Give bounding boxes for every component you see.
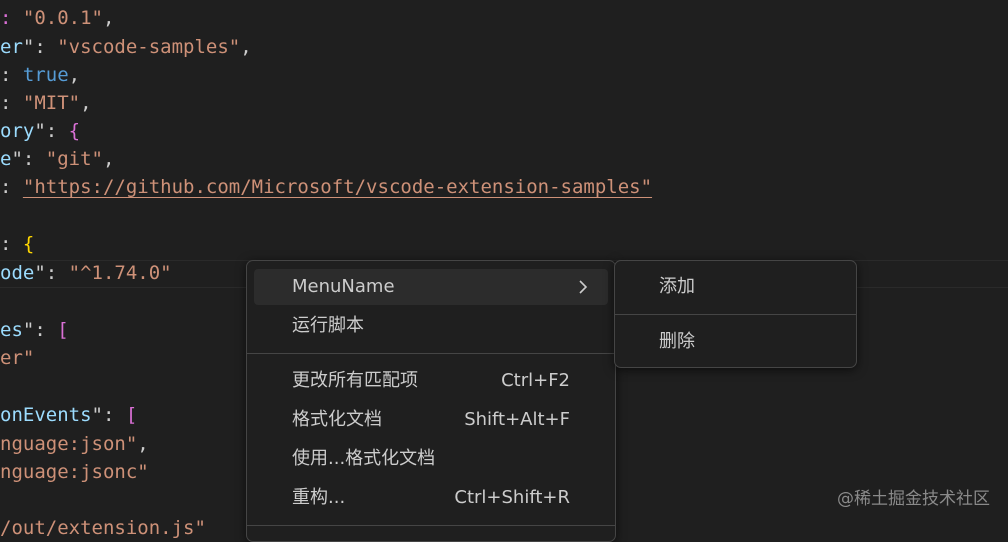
code-line-license: : "MIT", [0, 92, 92, 114]
menu-item-label: 更改所有匹配项 [292, 370, 418, 391]
watermark: @稀土掘金技术社区 [837, 489, 990, 509]
menu-item-label: MenuName [292, 276, 395, 297]
menu-item-run-script[interactable]: 运行脚本 [254, 308, 608, 344]
chevron-right-icon [576, 269, 590, 305]
code-line-other: er" [0, 347, 35, 369]
code-line-engines: : { [0, 233, 35, 255]
code-line-type: e": "git", [0, 148, 115, 170]
code-line-vscode: ode": "^1.74.0" [0, 262, 172, 284]
menu-separator [247, 525, 615, 526]
menu-item-shortcut: Ctrl+Shift+R [454, 487, 570, 508]
submenu-item-label: 添加 [659, 276, 695, 297]
menu-item-label: 格式化文档 [292, 409, 382, 430]
code-line-activation-events: onEvents": [ [0, 404, 138, 426]
menu-item-format-document-with[interactable]: 使用...格式化文档 [254, 441, 608, 477]
code-line-private: : true, [0, 64, 81, 86]
menu-item-shortcut: Ctrl+F2 [501, 370, 570, 391]
menu-item-change-all-occurrences[interactable]: 更改所有匹配项 Ctrl+F2 [254, 363, 608, 399]
menu-item-label: 重构... [292, 487, 346, 508]
menu-item-format-document[interactable]: 格式化文档 Shift+Alt+F [254, 402, 608, 438]
code-line-url: : "https://github.com/Microsoft/vscode-e… [0, 176, 653, 198]
menu-separator [247, 353, 615, 354]
menu-item-label: 使用...格式化文档 [292, 448, 436, 469]
code-line-categories: es": [ [0, 319, 69, 341]
submenu-item-label: 删除 [659, 331, 695, 352]
code-line-publisher: er": "vscode-samples", [0, 36, 252, 58]
submenu-separator [615, 314, 856, 315]
menu-item-shortcut: Shift+Alt+F [464, 409, 570, 430]
code-line-json: nguage:json", [0, 433, 149, 455]
code-line-jsonc: nguage:jsonc" [0, 461, 149, 483]
submenu-item-delete[interactable]: 删除 [622, 322, 849, 362]
menu-item-menuname[interactable]: MenuName [254, 269, 608, 305]
code-line-repository: ory": { [0, 120, 81, 142]
menu-item-refactor[interactable]: 重构... Ctrl+Shift+R [254, 480, 608, 516]
submenu-item-add[interactable]: 添加 [622, 267, 849, 307]
context-menu: MenuName 运行脚本 更改所有匹配项 Ctrl+F2 格式化文档 Shif… [246, 260, 616, 542]
menu-item-label: 运行脚本 [292, 315, 364, 336]
submenu: 添加 删除 [614, 260, 857, 368]
code-line-version: : "0.0.1", [0, 7, 115, 29]
code-line-main: /out/extension.js" [0, 517, 206, 539]
